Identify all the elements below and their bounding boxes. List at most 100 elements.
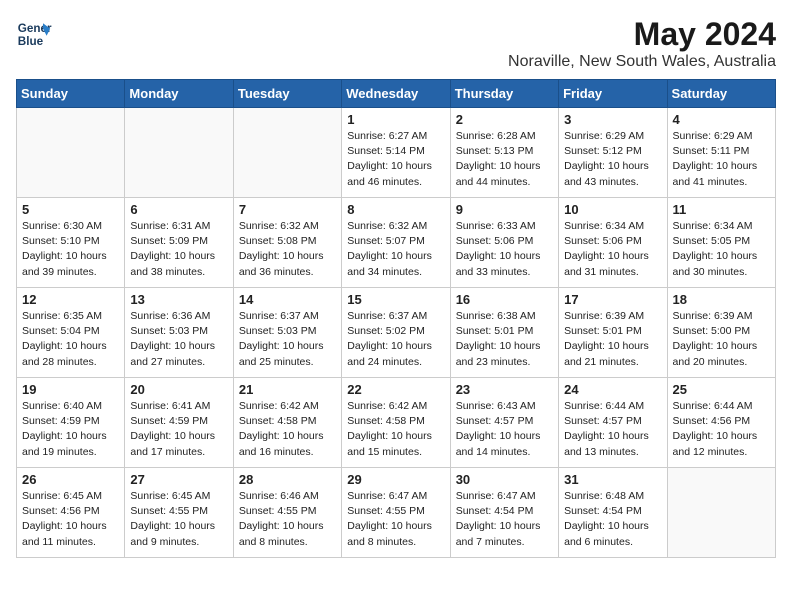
- calendar-cell: 31 Sunrise: 6:48 AMSunset: 4:54 PMDayligh…: [559, 468, 667, 558]
- cell-info: Sunrise: 6:47 AMSunset: 4:55 PMDaylight:…: [347, 489, 444, 550]
- day-number: 3: [564, 112, 661, 127]
- col-monday: Monday: [125, 80, 233, 108]
- calendar-cell: 5 Sunrise: 6:30 AMSunset: 5:10 PMDaylight…: [17, 198, 125, 288]
- day-number: 1: [347, 112, 444, 127]
- day-number: 22: [347, 382, 444, 397]
- cell-info: Sunrise: 6:38 AMSunset: 5:01 PMDaylight:…: [456, 309, 553, 370]
- cell-info: Sunrise: 6:39 AMSunset: 5:01 PMDaylight:…: [564, 309, 661, 370]
- calendar-cell: 21 Sunrise: 6:42 AMSunset: 4:58 PMDayligh…: [233, 378, 341, 468]
- cell-info: Sunrise: 6:39 AMSunset: 5:00 PMDaylight:…: [673, 309, 770, 370]
- col-friday: Friday: [559, 80, 667, 108]
- calendar-cell: 8 Sunrise: 6:32 AMSunset: 5:07 PMDaylight…: [342, 198, 450, 288]
- day-number: 16: [456, 292, 553, 307]
- day-number: 2: [456, 112, 553, 127]
- calendar-cell: [17, 108, 125, 198]
- cell-info: Sunrise: 6:40 AMSunset: 4:59 PMDaylight:…: [22, 399, 119, 460]
- day-number: 9: [456, 202, 553, 217]
- cell-info: Sunrise: 6:30 AMSunset: 5:10 PMDaylight:…: [22, 219, 119, 280]
- day-number: 13: [130, 292, 227, 307]
- day-number: 6: [130, 202, 227, 217]
- cell-info: Sunrise: 6:47 AMSunset: 4:54 PMDaylight:…: [456, 489, 553, 550]
- calendar-cell: 30 Sunrise: 6:47 AMSunset: 4:54 PMDayligh…: [450, 468, 558, 558]
- calendar-week-3: 12 Sunrise: 6:35 AMSunset: 5:04 PMDayligh…: [17, 288, 776, 378]
- day-number: 17: [564, 292, 661, 307]
- day-number: 5: [22, 202, 119, 217]
- cell-info: Sunrise: 6:43 AMSunset: 4:57 PMDaylight:…: [456, 399, 553, 460]
- day-number: 8: [347, 202, 444, 217]
- calendar-week-5: 26Sunrise: 6:45 AMSunset: 4:56 PMDayligh…: [17, 468, 776, 558]
- calendar-cell: 19 Sunrise: 6:40 AMSunset: 4:59 PMDayligh…: [17, 378, 125, 468]
- calendar-cell: 26Sunrise: 6:45 AMSunset: 4:56 PMDayligh…: [17, 468, 125, 558]
- calendar-cell: [667, 468, 775, 558]
- calendar-cell: 25 Sunrise: 6:44 AMSunset: 4:56 PMDayligh…: [667, 378, 775, 468]
- day-number: 26: [22, 472, 119, 487]
- calendar-cell: 4 Sunrise: 6:29 AMSunset: 5:11 PMDaylight…: [667, 108, 775, 198]
- logo: General Blue General Blue: [16, 16, 52, 52]
- cell-info: Sunrise: 6:36 AMSunset: 5:03 PMDaylight:…: [130, 309, 227, 370]
- calendar-cell: 27Sunrise: 6:45 AMSunset: 4:55 PMDayligh…: [125, 468, 233, 558]
- cell-info: Sunrise: 6:29 AMSunset: 5:11 PMDaylight:…: [673, 129, 770, 190]
- day-number: 10: [564, 202, 661, 217]
- cell-info: Sunrise: 6:42 AMSunset: 4:58 PMDaylight:…: [347, 399, 444, 460]
- day-number: 4: [673, 112, 770, 127]
- logo-icon: General Blue: [16, 16, 52, 52]
- calendar-cell: 14Sunrise: 6:37 AMSunset: 5:03 PMDayligh…: [233, 288, 341, 378]
- day-number: 20: [130, 382, 227, 397]
- cell-info: Sunrise: 6:28 AMSunset: 5:13 PMDaylight:…: [456, 129, 553, 190]
- month-title: May 2024: [508, 16, 776, 53]
- cell-info: Sunrise: 6:44 AMSunset: 4:57 PMDaylight:…: [564, 399, 661, 460]
- calendar-cell: 6 Sunrise: 6:31 AMSunset: 5:09 PMDaylight…: [125, 198, 233, 288]
- col-tuesday: Tuesday: [233, 80, 341, 108]
- calendar-cell: [125, 108, 233, 198]
- calendar-week-4: 19 Sunrise: 6:40 AMSunset: 4:59 PMDayligh…: [17, 378, 776, 468]
- location: Noraville, New South Wales, Australia: [508, 53, 776, 71]
- cell-info: Sunrise: 6:46 AMSunset: 4:55 PMDaylight:…: [239, 489, 336, 550]
- day-number: 15: [347, 292, 444, 307]
- cell-info: Sunrise: 6:45 AMSunset: 4:55 PMDaylight:…: [130, 489, 227, 550]
- calendar-cell: 11Sunrise: 6:34 AMSunset: 5:05 PMDayligh…: [667, 198, 775, 288]
- cell-info: Sunrise: 6:31 AMSunset: 5:09 PMDaylight:…: [130, 219, 227, 280]
- calendar-week-1: 1Sunrise: 6:27 AMSunset: 5:14 PMDaylight…: [17, 108, 776, 198]
- day-number: 23: [456, 382, 553, 397]
- day-number: 30: [456, 472, 553, 487]
- cell-info: Sunrise: 6:33 AMSunset: 5:06 PMDaylight:…: [456, 219, 553, 280]
- day-number: 12: [22, 292, 119, 307]
- cell-info: Sunrise: 6:29 AMSunset: 5:12 PMDaylight:…: [564, 129, 661, 190]
- calendar-cell: 18Sunrise: 6:39 AMSunset: 5:00 PMDayligh…: [667, 288, 775, 378]
- calendar-cell: 15 Sunrise: 6:37 AMSunset: 5:02 PMDayligh…: [342, 288, 450, 378]
- cell-info: Sunrise: 6:44 AMSunset: 4:56 PMDaylight:…: [673, 399, 770, 460]
- day-number: 21: [239, 382, 336, 397]
- cell-info: Sunrise: 6:34 AMSunset: 5:06 PMDaylight:…: [564, 219, 661, 280]
- calendar-cell: 24Sunrise: 6:44 AMSunset: 4:57 PMDayligh…: [559, 378, 667, 468]
- col-wednesday: Wednesday: [342, 80, 450, 108]
- calendar-cell: 10 Sunrise: 6:34 AMSunset: 5:06 PMDayligh…: [559, 198, 667, 288]
- page-header: General Blue General Blue May 2024 Norav…: [16, 16, 776, 71]
- calendar-cell: 29 Sunrise: 6:47 AMSunset: 4:55 PMDayligh…: [342, 468, 450, 558]
- cell-info: Sunrise: 6:37 AMSunset: 5:03 PMDaylight:…: [239, 309, 336, 370]
- cell-info: Sunrise: 6:32 AMSunset: 5:07 PMDaylight:…: [347, 219, 444, 280]
- cell-info: Sunrise: 6:35 AMSunset: 5:04 PMDaylight:…: [22, 309, 119, 370]
- calendar-cell: 22 Sunrise: 6:42 AMSunset: 4:58 PMDayligh…: [342, 378, 450, 468]
- day-number: 19: [22, 382, 119, 397]
- day-number: 25: [673, 382, 770, 397]
- cell-info: Sunrise: 6:34 AMSunset: 5:05 PMDaylight:…: [673, 219, 770, 280]
- calendar-cell: 17 Sunrise: 6:39 AMSunset: 5:01 PMDayligh…: [559, 288, 667, 378]
- svg-text:Blue: Blue: [18, 35, 44, 48]
- col-saturday: Saturday: [667, 80, 775, 108]
- cell-info: Sunrise: 6:48 AMSunset: 4:54 PMDaylight:…: [564, 489, 661, 550]
- calendar-cell: 13 Sunrise: 6:36 AMSunset: 5:03 PMDayligh…: [125, 288, 233, 378]
- cell-info: Sunrise: 6:32 AMSunset: 5:08 PMDaylight:…: [239, 219, 336, 280]
- calendar-cell: 3 Sunrise: 6:29 AMSunset: 5:12 PMDaylight…: [559, 108, 667, 198]
- calendar-cell: 23 Sunrise: 6:43 AMSunset: 4:57 PMDayligh…: [450, 378, 558, 468]
- calendar-cell: 20Sunrise: 6:41 AMSunset: 4:59 PMDayligh…: [125, 378, 233, 468]
- day-number: 7: [239, 202, 336, 217]
- cell-info: Sunrise: 6:37 AMSunset: 5:02 PMDaylight:…: [347, 309, 444, 370]
- cell-info: Sunrise: 6:42 AMSunset: 4:58 PMDaylight:…: [239, 399, 336, 460]
- calendar-cell: 1Sunrise: 6:27 AMSunset: 5:14 PMDaylight…: [342, 108, 450, 198]
- col-sunday: Sunday: [17, 80, 125, 108]
- day-number: 29: [347, 472, 444, 487]
- day-number: 28: [239, 472, 336, 487]
- calendar-cell: 9 Sunrise: 6:33 AMSunset: 5:06 PMDaylight…: [450, 198, 558, 288]
- col-thursday: Thursday: [450, 80, 558, 108]
- day-number: 31: [564, 472, 661, 487]
